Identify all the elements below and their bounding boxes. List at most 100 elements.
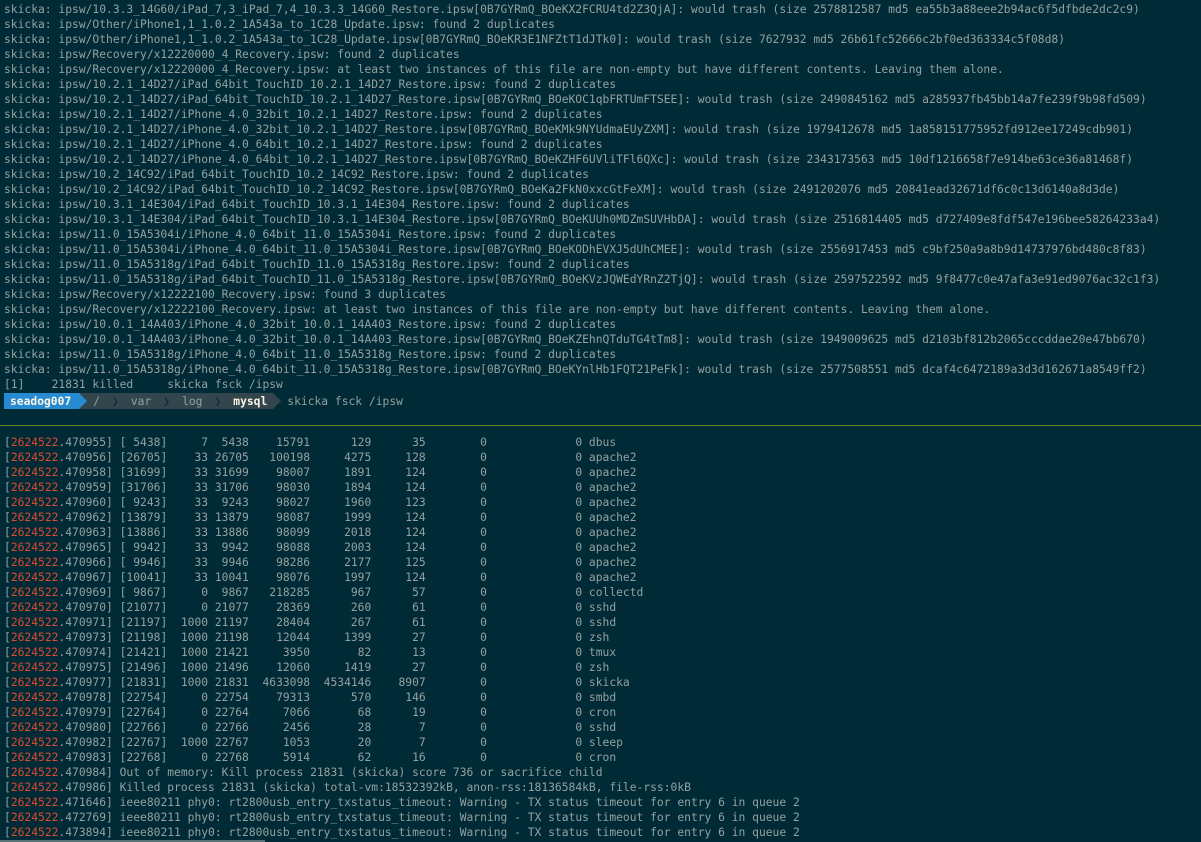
kernel-log-line: [2624522.470986] Killed process 21831 (s… [4,780,800,795]
kernel-log-line: [2624522.470967] [10041] 33 10041 98076 … [4,570,800,585]
bracket: [ [4,691,11,704]
terminal-line: skicka: ipsw/10.2.1_14D27/iPad_64bit_Tou… [4,93,1147,106]
terminal-line: skicka: ipsw/Recovery/x12222100_Recovery… [4,303,991,316]
bracket: [ [4,826,11,839]
kernel-log-line: [2624522.470979] [22764] 0 22764 7066 68… [4,705,800,720]
kernel-log-line: [2624522.470982] [22767] 1000 22767 1053… [4,735,800,750]
prompt-path-var: var [124,393,158,409]
prompt-command: skicka fsck /ipsw [287,394,403,408]
chevron-right-icon: ❯ [157,393,177,409]
terminal-line: skicka: ipsw/10.2.1_14D27/iPhone_4.0_32b… [4,108,603,121]
timestamp-seconds: 2624522 [10,676,59,689]
timestamp-seconds: 2624522 [10,736,59,749]
kernel-log-line: [2624522.470973] [21198] 1000 21198 1204… [4,630,800,645]
bracket: [ [4,601,11,614]
terminal-line: skicka: ipsw/10.2_14C92/iPad_64bit_Touch… [4,168,589,181]
log-message: .473894] ieee80211 phy0: rt2800usb_entry… [58,826,800,839]
timestamp-seconds: 2624522 [10,721,59,734]
log-message: .470979] [22764] 0 22764 7066 68 19 0 0 … [58,706,617,719]
pane-divider[interactable] [0,425,1201,426]
top-terminal-pane[interactable]: skicka: ipsw/10.3.3_14G60/iPad_7,3_iPad_… [0,0,1201,424]
timestamp-seconds: 2624522 [10,766,59,779]
bracket: [ [4,766,11,779]
prompt-path-log: log [176,393,209,409]
kernel-log-output: [2624522.470955] [ 5438] 7 5438 15791 12… [4,435,800,840]
kernel-log-line: [2624522.470970] [21077] 0 21077 28369 2… [4,600,800,615]
bracket: [ [4,496,11,509]
kernel-log-line: [2624522.470965] [ 9942] 33 9942 98088 2… [4,540,800,555]
terminal-line: skicka: ipsw/Other/iPhone1,1_1.0.2_1A543… [4,18,555,31]
kernel-log-line: [2624522.471646] ieee80211 phy0: rt2800u… [4,795,800,810]
bracket: [ [4,751,11,764]
timestamp-seconds: 2624522 [10,586,59,599]
timestamp-seconds: 2624522 [10,751,59,764]
timestamp-seconds: 2624522 [10,781,59,794]
kernel-log-line: [2624522.470984] Out of memory: Kill pro… [4,765,800,780]
kernel-log-line: [2624522.473894] ieee80211 phy0: rt2800u… [4,825,800,840]
bracket: [ [4,736,11,749]
terminal-line: skicka: ipsw/11.0_15A5318g/iPhone_4.0_64… [4,348,617,361]
log-message: .470955] [ 5438] 7 5438 15791 129 35 0 0… [58,436,617,449]
terminal-line: skicka: ipsw/10.2_14C92/iPad_64bit_Touch… [4,183,1120,196]
log-message: .471646] ieee80211 phy0: rt2800usb_entry… [58,796,800,809]
bracket: [ [4,451,11,464]
top-output: skicka: ipsw/10.3.3_14G60/iPad_7,3_iPad_… [4,2,1160,410]
terminal-line: skicka: ipsw/11.0_15A5304i/iPhone_4.0_64… [4,243,1147,256]
chevron-right-icon: ❯ [106,393,125,409]
kernel-log-line: [2624522.470978] [22754] 0 22754 79313 5… [4,690,800,705]
bracket: [ [4,616,11,629]
bracket: [ [4,646,11,659]
bracket: [ [4,706,11,719]
timestamp-seconds: 2624522 [10,436,59,449]
terminal-line: skicka: ipsw/11.0_15A5318g/iPad_64bit_To… [4,258,630,271]
timestamp-seconds: 2624522 [10,466,59,479]
log-message: .470966] [ 9946] 33 9946 98286 2177 125 … [58,556,637,569]
timestamp-seconds: 2624522 [10,616,59,629]
kernel-log-line: [2624522.470958] [31699] 33 31699 98007 … [4,465,800,480]
terminal-line: skicka: ipsw/Other/iPhone1,1_1.0.2_1A543… [4,33,1066,46]
log-message: .470960] [ 9243] 33 9243 98027 1960 123 … [58,496,637,509]
kernel-log-line: [2624522.470963] [13886] 33 13886 98099 … [4,525,800,540]
log-message: .470969] [ 9867] 0 9867 218285 967 57 0 … [58,586,644,599]
timestamp-seconds: 2624522 [10,811,59,824]
prompt-path-root: / [87,393,107,409]
bottom-terminal-pane[interactable]: [2624522.470955] [ 5438] 7 5438 15791 12… [0,428,1201,842]
terminal-line: [1] 21831 killed skicka fsck /ipsw [4,378,283,391]
log-message: .470965] [ 9942] 33 9942 98088 2003 124 … [58,541,637,554]
terminal-line: skicka: ipsw/10.2.1_14D27/iPad_64bit_Tou… [4,78,617,91]
bracket: [ [4,781,11,794]
log-message: .470978] [22754] 0 22754 79313 570 146 0… [58,691,617,704]
timestamp-seconds: 2624522 [10,661,59,674]
timestamp-seconds: 2624522 [10,496,59,509]
timestamp-seconds: 2624522 [10,511,59,524]
kernel-log-line: [2624522.470983] [22768] 0 22768 5914 62… [4,750,800,765]
terminal-line: skicka: ipsw/10.0.1_14A403/iPhone_4.0_32… [4,318,617,331]
prompt-end-arrow-icon [273,393,282,409]
terminal-line: skicka: ipsw/10.2.1_14D27/iPhone_4.0_64b… [4,138,603,151]
log-message: .470982] [22767] 1000 22767 1053 20 7 0 … [58,736,623,749]
log-message: .470977] [21831] 1000 21831 4633098 4534… [58,676,630,689]
log-message: .470971] [21197] 1000 21197 28404 267 61… [58,616,617,629]
terminal-line: skicka: ipsw/11.0_15A5318g/iPad_64bit_To… [4,273,1161,286]
bracket: [ [4,481,11,494]
kernel-log-line: [2624522.470955] [ 5438] 7 5438 15791 12… [4,435,800,450]
bracket: [ [4,661,11,674]
bracket: [ [4,721,11,734]
terminal-line: skicka: ipsw/10.3.1_14E304/iPad_64bit_To… [4,198,630,211]
bracket: [ [4,811,11,824]
kernel-log-line: [2624522.470959] [31706] 33 31706 98030 … [4,480,800,495]
timestamp-seconds: 2624522 [10,631,59,644]
bracket: [ [4,436,11,449]
log-message: .470958] [31699] 33 31699 98007 1891 124… [58,466,637,479]
kernel-log-line: [2624522.470977] [21831] 1000 21831 4633… [4,675,800,690]
timestamp-seconds: 2624522 [10,796,59,809]
terminal-line: skicka: ipsw/11.0_15A5304i/iPhone_4.0_64… [4,228,617,241]
timestamp-seconds: 2624522 [10,541,59,554]
bracket: [ [4,796,11,809]
terminal-line: skicka: ipsw/Recovery/x12220000_4_Recove… [4,63,1004,76]
timestamp-seconds: 2624522 [10,691,59,704]
bracket: [ [4,511,11,524]
log-message: .470962] [13879] 33 13879 98087 1999 124… [58,511,637,524]
log-message: .470970] [21077] 0 21077 28369 260 61 0 … [58,601,617,614]
terminal-line: skicka: ipsw/10.2.1_14D27/iPhone_4.0_64b… [4,153,1134,166]
